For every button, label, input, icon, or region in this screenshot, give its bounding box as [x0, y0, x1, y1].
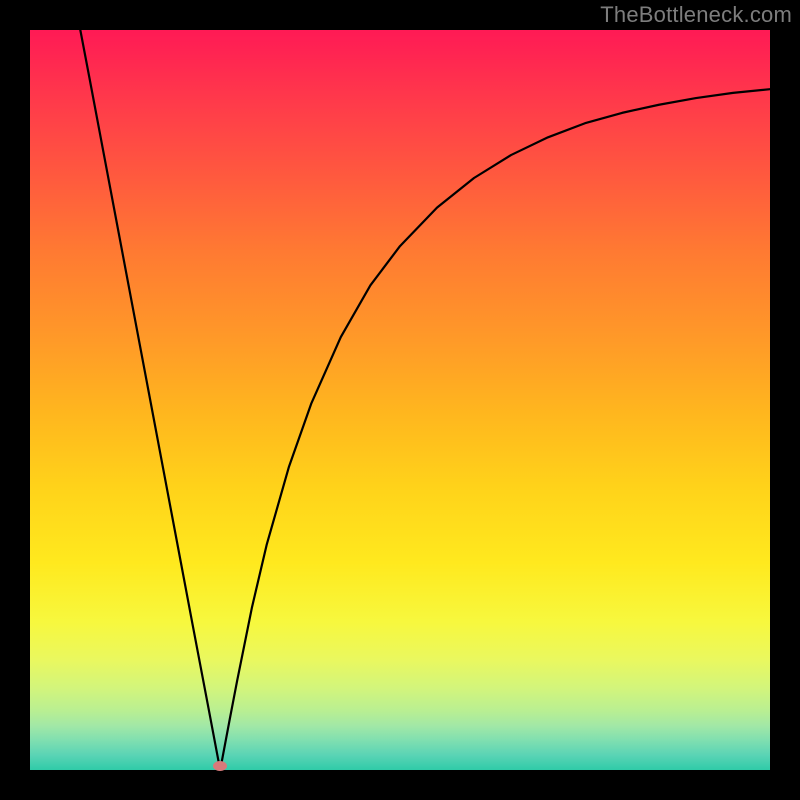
- watermark-text: TheBottleneck.com: [600, 2, 792, 28]
- bottleneck-curve: [30, 30, 770, 770]
- plot-area: [30, 30, 770, 770]
- chart-frame: TheBottleneck.com: [0, 0, 800, 800]
- optimum-point: [213, 761, 227, 771]
